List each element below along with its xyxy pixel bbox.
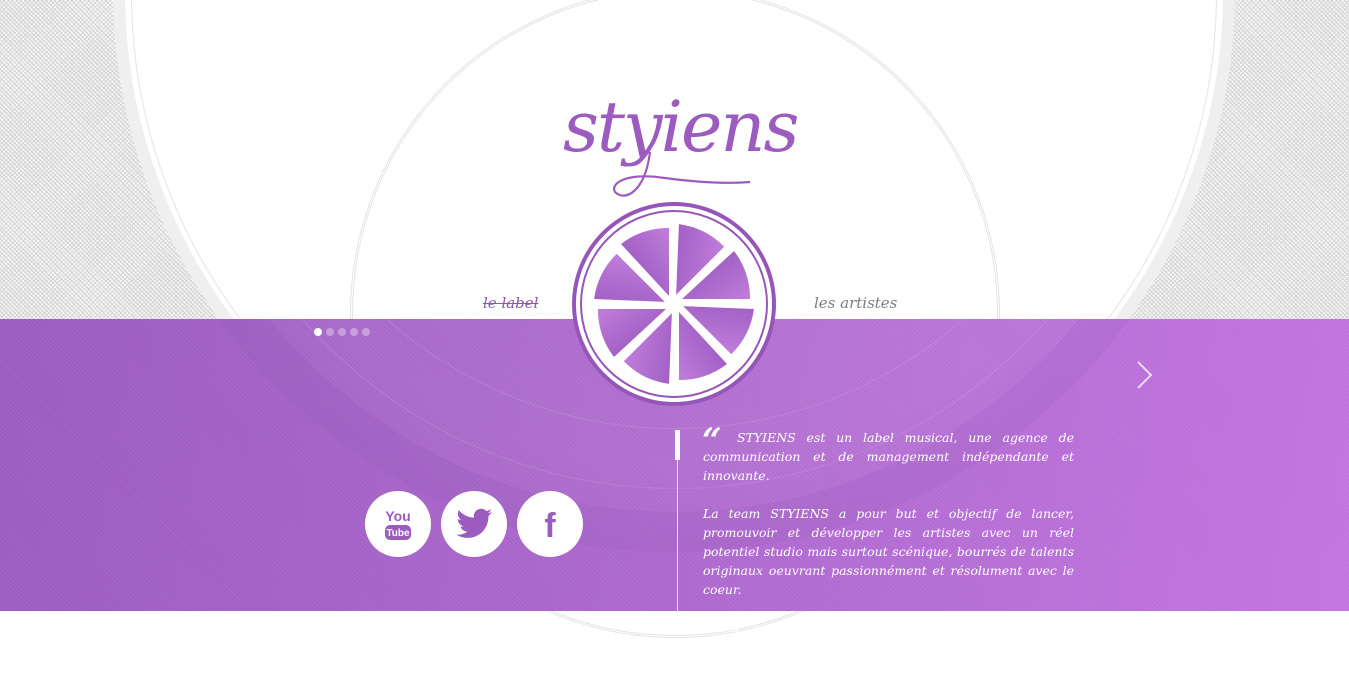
styiens-logo[interactable]: styiens (555, 92, 799, 207)
youtube-you-text: You (385, 508, 410, 524)
nav-le-label[interactable]: le label (483, 294, 538, 312)
facebook-icon: f (544, 507, 556, 542)
about-text: STYIENS est un label musical, une agence… (703, 428, 1074, 694)
next-arrow-icon[interactable] (1134, 360, 1156, 390)
logo-swash-icon (613, 151, 751, 197)
slider-dot[interactable] (338, 328, 346, 336)
slider-dots (314, 328, 370, 336)
about-paragraph-3: Grâce à son équipe multi-disciplinaire e… (703, 620, 1074, 673)
slider-dot[interactable] (326, 328, 334, 336)
slider-dot[interactable] (314, 328, 322, 336)
about-paragraph-2: La team STYIENS a pour but et objectif d… (703, 506, 1074, 597)
youtube-tube-text: Tube (386, 528, 410, 539)
youtube-button[interactable]: You Tube (365, 491, 431, 557)
twitter-bird-icon (456, 508, 492, 538)
nav-les-artistes[interactable]: les artistes (814, 294, 897, 312)
slider-dot[interactable] (350, 328, 358, 336)
facebook-f-glyph: f (544, 507, 556, 542)
about-paragraph-1: STYIENS est un label musical, une agence… (703, 430, 1074, 483)
content-divider (677, 460, 678, 611)
citrus-slice-icon[interactable] (570, 200, 778, 408)
facebook-button[interactable]: f (517, 491, 583, 557)
youtube-icon: You Tube (385, 508, 411, 540)
twitter-button[interactable] (441, 491, 507, 557)
quote-bar (675, 430, 680, 460)
slider-dot[interactable] (362, 328, 370, 336)
